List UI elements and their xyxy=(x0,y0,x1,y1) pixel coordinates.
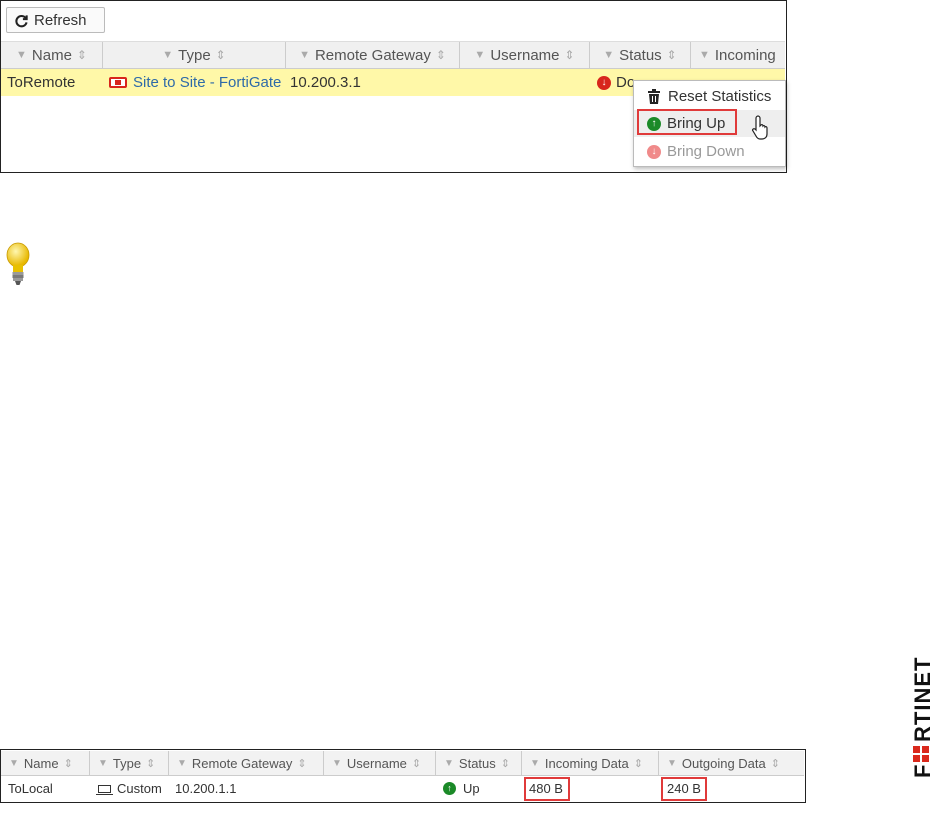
type-link[interactable]: Site to Site - FortiGate xyxy=(133,74,281,91)
column-label: Status xyxy=(458,755,496,771)
sort-icon[interactable]: ⇕ xyxy=(297,757,306,770)
column-label: Type xyxy=(178,46,211,64)
filter-icon[interactable]: ▼ xyxy=(667,758,677,769)
column-header-type[interactable]: ▼ Type ⇕ xyxy=(103,42,286,68)
column-label: Incoming Data xyxy=(544,755,629,771)
column-label: Remote Gateway xyxy=(314,46,431,64)
column-header-name[interactable]: ▼ Name ⇕ xyxy=(1,751,90,775)
column-header-incoming[interactable]: ▼ Incoming xyxy=(691,42,785,68)
type-label: Custom xyxy=(117,781,162,796)
sort-icon[interactable]: ⇕ xyxy=(565,48,575,62)
sort-icon[interactable]: ⇕ xyxy=(634,757,643,770)
refresh-button[interactable]: Refresh xyxy=(6,7,105,33)
table-header: ▼ Name ⇕ ▼ Type ⇕ ▼ Remote Gateway ⇕ ▼ U… xyxy=(1,41,785,69)
column-label: Remote Gateway xyxy=(191,755,293,771)
status-up-icon: ↑ xyxy=(443,782,456,795)
column-label: Type xyxy=(112,755,142,771)
column-header-type[interactable]: ▼ Type ⇕ xyxy=(90,751,169,775)
refresh-icon xyxy=(15,14,28,27)
filter-icon[interactable]: ▼ xyxy=(699,49,710,61)
cell-status: ↓ Do xyxy=(597,69,635,96)
fortigate-icon xyxy=(109,77,127,88)
cell-name: ToRemote xyxy=(7,74,76,91)
highlight-box xyxy=(637,109,737,135)
column-label: Outgoing Data xyxy=(681,755,766,771)
sort-icon[interactable]: ⇕ xyxy=(412,757,421,770)
cell-status: ↑ Up xyxy=(443,776,480,801)
status-down-icon: ↓ xyxy=(597,75,611,90)
column-label: Status xyxy=(619,46,662,64)
cell-type[interactable]: Site to Site - FortiGate xyxy=(109,69,281,96)
filter-icon[interactable]: ▼ xyxy=(162,49,173,61)
sort-icon[interactable]: ⇕ xyxy=(146,757,155,770)
filter-icon[interactable]: ▼ xyxy=(332,758,342,769)
column-header-status[interactable]: ▼ Status ⇕ xyxy=(590,42,691,68)
column-label: Username xyxy=(490,46,560,64)
sort-icon[interactable]: ⇕ xyxy=(501,757,510,770)
filter-icon[interactable]: ▼ xyxy=(98,758,108,769)
column-label: Name xyxy=(31,46,72,64)
sort-icon[interactable]: ⇕ xyxy=(436,48,446,62)
highlight-box-outgoing xyxy=(661,777,707,801)
cell-name: ToLocal xyxy=(8,781,53,796)
menu-item-reset-statistics[interactable]: Reset Statistics xyxy=(634,83,785,110)
column-header-remote-gateway[interactable]: ▼ Remote Gateway ⇕ xyxy=(169,751,324,775)
filter-icon[interactable]: ▼ xyxy=(530,758,540,769)
filter-icon[interactable]: ▼ xyxy=(474,49,485,61)
column-label: Username xyxy=(346,755,407,771)
fortinet-logo: F RTINET xyxy=(910,657,934,778)
column-label: Name xyxy=(23,755,59,771)
column-header-outgoing-data[interactable]: ▼ Outgoing Data ⇕ xyxy=(659,751,804,775)
sort-icon[interactable]: ⇕ xyxy=(64,757,73,770)
table-header: ▼ Name ⇕ ▼ Type ⇕ ▼ Remote Gateway ⇕ ▼ U… xyxy=(1,751,804,776)
bring-down-icon: ↓ xyxy=(647,144,661,159)
hand-cursor-icon xyxy=(751,114,773,147)
svg-text:RTINET: RTINET xyxy=(910,657,934,742)
refresh-label: Refresh xyxy=(34,11,87,29)
column-header-username[interactable]: ▼ Username ⇕ xyxy=(460,42,590,68)
cell-type: Custom xyxy=(96,776,162,801)
laptop-icon xyxy=(96,784,113,795)
column-header-incoming-data[interactable]: ▼ Incoming Data ⇕ xyxy=(522,751,659,775)
sort-icon[interactable]: ⇕ xyxy=(216,48,226,62)
trash-icon xyxy=(648,89,660,104)
menu-item-label: Bring Down xyxy=(667,143,745,160)
menu-item-label: Reset Statistics xyxy=(668,88,772,105)
sort-icon[interactable]: ⇕ xyxy=(77,48,87,62)
cell-remote-gateway: 10.200.1.1 xyxy=(175,781,237,796)
column-header-remote-gateway[interactable]: ▼ Remote Gateway ⇕ xyxy=(286,42,460,68)
column-label: Incoming xyxy=(714,46,776,64)
filter-icon[interactable]: ▼ xyxy=(444,758,454,769)
lightbulb-icon xyxy=(6,242,30,285)
column-header-username[interactable]: ▼ Username ⇕ xyxy=(324,751,436,775)
sort-icon[interactable]: ⇕ xyxy=(667,48,677,62)
cell-remote-gateway: 10.200.3.1 xyxy=(290,74,361,91)
column-header-name[interactable]: ▼ Name ⇕ xyxy=(1,42,103,68)
filter-icon[interactable]: ▼ xyxy=(9,758,19,769)
filter-icon[interactable]: ▼ xyxy=(299,49,310,61)
filter-icon[interactable]: ▼ xyxy=(177,758,187,769)
highlight-box-incoming xyxy=(524,777,570,801)
status-label: Up xyxy=(463,781,480,796)
column-header-status[interactable]: ▼ Status ⇕ xyxy=(436,751,522,775)
svg-text:F: F xyxy=(910,764,934,778)
sort-icon[interactable]: ⇕ xyxy=(771,757,780,770)
filter-icon[interactable]: ▼ xyxy=(16,49,27,61)
filter-icon[interactable]: ▼ xyxy=(603,49,614,61)
